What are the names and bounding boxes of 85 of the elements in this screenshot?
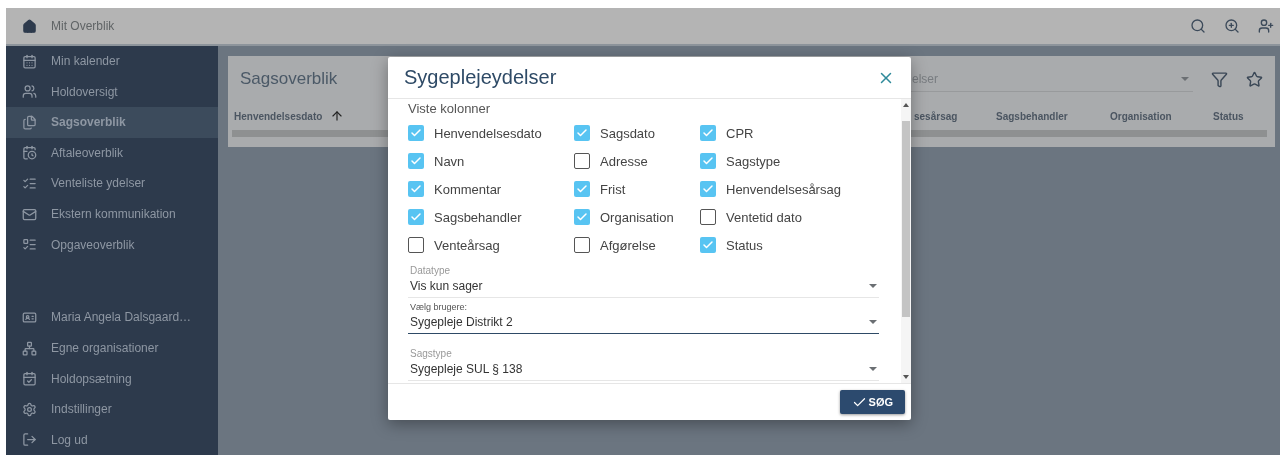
checkbox[interactable]	[700, 209, 716, 225]
sidebar-item[interactable]: Maria Angela Dalsgaard…	[6, 302, 218, 333]
checkbox-label: Adresse	[600, 153, 648, 169]
sidebar-item[interactable]: Indstillinger	[6, 393, 218, 425]
checkbox-label: Henvendelsesårsag	[726, 181, 841, 197]
checkbox-label: Sagsbehandler	[434, 209, 522, 225]
hierarchy-icon	[22, 340, 37, 356]
check-icon	[702, 155, 714, 167]
checkbox-label: Status	[726, 237, 763, 253]
sidebar-item[interactable]: Sagsoverblik	[6, 107, 218, 138]
checkbox[interactable]	[700, 153, 716, 169]
calendar-clock-icon	[22, 145, 37, 161]
column-header[interactable]: Henvendelsesdato	[234, 110, 323, 122]
settings-icon	[22, 401, 37, 417]
checkbox-label: Sagstype	[726, 153, 781, 169]
check-icon	[702, 239, 714, 251]
dropdown-field[interactable]: Datatype Vis kun sager	[408, 265, 879, 298]
scrollbar[interactable]	[901, 99, 911, 383]
check-icon	[702, 183, 714, 195]
check-icon	[576, 127, 588, 139]
dropdown-field[interactable]: Vælg brugere: Sygepleje Distrikt 2	[408, 302, 879, 334]
checkbox-label: Frist	[600, 181, 626, 197]
zoom-in-icon[interactable]	[1224, 18, 1240, 34]
checkbox[interactable]	[574, 237, 590, 253]
column-header[interactable]: sesårsag	[914, 110, 958, 122]
star-icon[interactable]	[1246, 70, 1263, 88]
id-card-icon	[22, 309, 37, 325]
checkbox[interactable]	[574, 153, 590, 169]
files-icon	[22, 114, 37, 130]
sidebar-item[interactable]: Opgaveoverblik	[6, 229, 218, 260]
check-icon	[576, 183, 588, 195]
filter-icon[interactable]	[1211, 70, 1228, 88]
sidebar-item[interactable]: Min kalender	[6, 46, 218, 77]
checklist-icon	[22, 175, 37, 191]
calendar-icon	[22, 53, 37, 69]
home-icon	[22, 18, 37, 34]
check-icon	[576, 211, 588, 223]
checkbox-label: CPR	[726, 125, 754, 141]
checkbox[interactable]	[408, 237, 424, 253]
column-header[interactable]: Sagsbehandler	[996, 110, 1068, 122]
checkbox[interactable]	[700, 181, 716, 197]
checkbox[interactable]	[574, 181, 590, 197]
dropdown-field[interactable]: Sagstype Sygepleje SUL § 138	[408, 348, 879, 381]
check-icon	[410, 211, 422, 223]
checkbox-label: Afgørelse	[600, 237, 656, 253]
search-button[interactable]: SØG	[839, 390, 905, 414]
checkbox-label: Henvendelsesdato	[434, 125, 542, 141]
check-icon	[410, 155, 422, 167]
list-icon	[22, 237, 37, 253]
calendar-check-icon	[22, 371, 37, 387]
checkbox[interactable]	[408, 209, 424, 225]
column-header[interactable]: Status	[1213, 110, 1244, 122]
column-header[interactable]: Organisation	[1110, 110, 1172, 122]
checkbox-label: Organisation	[600, 209, 674, 225]
checkbox-label: Sagsdato	[600, 125, 655, 141]
checkbox-label: Kommentar	[434, 181, 502, 197]
checkbox[interactable]	[700, 125, 716, 141]
sidebar-item[interactable]: Egne organisationer	[6, 332, 218, 364]
check-icon	[410, 183, 422, 195]
checkbox-label: Venteårsag	[434, 237, 500, 253]
sidebar-item[interactable]: Holdoversigt	[6, 76, 218, 108]
envelope-icon	[22, 206, 37, 222]
checkbox[interactable]	[408, 181, 424, 197]
people-icon	[22, 84, 37, 100]
check-icon	[410, 127, 422, 139]
sidebar-item[interactable]: Log ud	[6, 424, 218, 455]
sidebar-item[interactable]: Mit Overblik	[6, 8, 218, 44]
search-icon[interactable]	[1190, 18, 1206, 34]
dialog-title: Sygeplejeydelser	[404, 66, 557, 89]
add-user-icon[interactable]	[1258, 18, 1274, 34]
checkbox[interactable]	[408, 125, 424, 141]
card-title: Sagsoverblik	[240, 69, 338, 89]
sidebar-item[interactable]: Ekstern kommunikation	[6, 198, 218, 230]
checkbox[interactable]	[408, 153, 424, 169]
checkbox[interactable]	[574, 209, 590, 225]
section-label: Viste kolonner	[408, 101, 492, 116]
sidebar-item[interactable]: Venteliste ydelser	[6, 168, 218, 199]
checkbox[interactable]	[574, 125, 590, 141]
sidebar-item[interactable]: Aftaleoverblik	[6, 137, 218, 169]
check-icon	[702, 127, 714, 139]
sidebar-item[interactable]: Holdopsætning	[6, 363, 218, 394]
logout-icon	[22, 432, 37, 448]
checkbox-label: Ventetid dato	[726, 209, 802, 225]
checkbox[interactable]	[700, 237, 716, 253]
checkbox-label: Navn	[434, 153, 465, 169]
